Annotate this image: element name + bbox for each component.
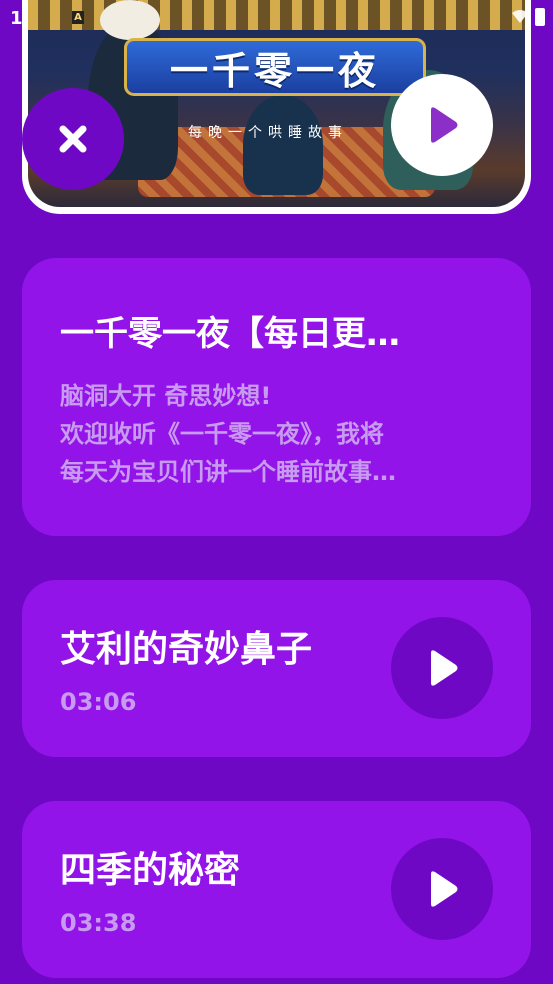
hero-listener xyxy=(243,95,323,195)
album-card[interactable]: 一千零一夜【每日更… 脑洞大开 奇思妙想! 欢迎收听《一千零一夜》，我将 每天为… xyxy=(22,258,531,536)
notification-indicator: A xyxy=(72,11,84,24)
hero-subtitle: 每晚一个哄睡故事 xyxy=(188,125,348,141)
album-description-line: 欢迎收听《一千零一夜》，我将 xyxy=(60,420,384,448)
close-icon xyxy=(59,125,87,153)
story-duration: 03:38 xyxy=(60,909,137,937)
battery-icon xyxy=(535,8,545,26)
album-description: 脑洞大开 奇思妙想! 欢迎收听《一千零一夜》，我将 每天为宝贝们讲一个睡前故事… xyxy=(60,377,493,491)
story-item[interactable]: 四季的秘密 03:38 xyxy=(22,801,531,978)
play-icon xyxy=(431,871,458,907)
story-play-button[interactable] xyxy=(391,838,493,940)
album-description-line: 每天为宝贝们讲一个睡前故事… xyxy=(60,458,396,486)
story-item[interactable]: 艾利的奇妙鼻子 03:06 xyxy=(22,580,531,757)
hero-title-ribbon: 一千零一夜 xyxy=(124,38,426,96)
story-title: 艾利的奇妙鼻子 xyxy=(60,629,313,670)
play-icon xyxy=(431,107,458,143)
hero-turban xyxy=(100,0,160,40)
status-icons xyxy=(511,8,545,26)
album-title: 一千零一夜【每日更… xyxy=(60,314,400,354)
hero-title: 一千零一夜 xyxy=(169,48,380,93)
hero-play-button[interactable] xyxy=(391,74,493,176)
wifi-icon xyxy=(512,10,528,23)
play-icon xyxy=(431,650,458,686)
story-duration: 03:06 xyxy=(60,688,137,716)
story-play-button[interactable] xyxy=(391,617,493,719)
story-title: 四季的秘密 xyxy=(60,850,241,891)
close-button[interactable] xyxy=(22,88,124,190)
album-description-line: 脑洞大开 奇思妙想! xyxy=(60,382,272,410)
